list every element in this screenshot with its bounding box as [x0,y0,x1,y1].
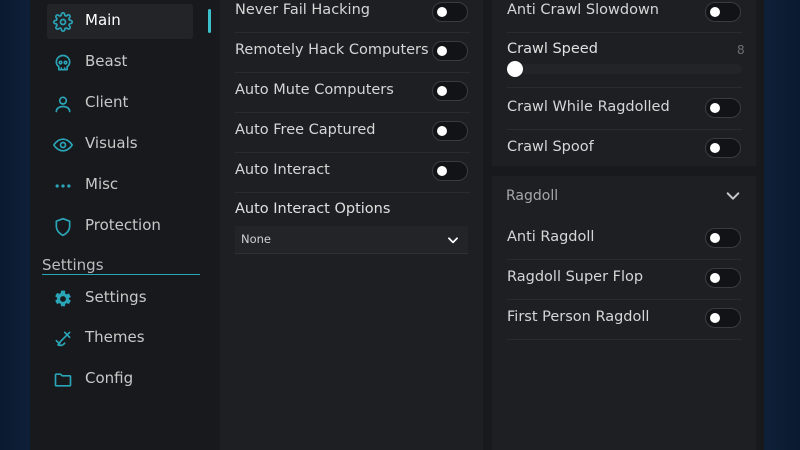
toggle-knob [710,273,720,283]
auto-free-captured-toggle[interactable] [432,121,468,141]
crawl-speed-slider-knob[interactable] [507,61,523,77]
auto-interact-options-label: Auto Interact Options [235,201,391,217]
toggle-knob [710,7,720,17]
toggle-knob [437,7,447,17]
toggle-row-crawl-spoof: Crawl Spoof [507,130,742,170]
sidebar-item-label: Client [85,93,129,111]
skull-icon [53,53,73,73]
sidebar: Main Beast Client Visuals Misc Protectio… [30,0,220,450]
sidebar-item-label: Protection [85,216,161,234]
toggle-row-first-person-ragdoll: First Person Ragdoll [507,300,742,340]
toggle-row-anti-ragdoll: Anti Ragdoll [507,220,742,260]
toggle-knob [710,103,720,113]
never-fail-hacking-toggle[interactable] [432,2,468,22]
sidebar-item-label: Config [85,369,134,387]
sidebar-item-client[interactable]: Client [47,86,193,121]
settings-gear-icon [53,289,73,309]
row-divider [507,87,742,88]
sidebar-item-config[interactable]: Config [47,362,193,397]
toggle-knob [710,233,720,243]
ragdoll-section-title: Ragdoll [506,188,559,204]
settings-section-label: Settings [42,256,104,274]
ragdoll-super-flop-toggle[interactable] [705,268,741,288]
toggle-row-never-fail-hacking: Never Fail Hacking [235,0,470,33]
sidebar-item-settings[interactable]: Settings [47,281,193,316]
anti-ragdoll-toggle[interactable] [705,228,741,248]
toggle-label: Crawl Spoof [507,139,594,155]
auto-interact-options-dropdown[interactable]: None [235,226,468,254]
toggle-knob [437,46,447,56]
toggle-label: Auto Mute Computers [235,82,394,98]
ragdoll-panel: Ragdoll Anti Ragdoll Ragdoll Super Flop … [492,176,756,450]
toggle-label: Remotely Hack Computers [235,42,429,58]
crawl-speed-label: Crawl Speed [507,41,598,57]
auto-interact-toggle[interactable] [432,161,468,181]
toggle-label: Auto Interact [235,162,330,178]
background-right-edge [764,0,800,450]
crawl-spoof-toggle[interactable] [705,138,741,158]
toggle-row-auto-interact: Auto Interact [235,153,470,193]
toggle-label: Anti Ragdoll [507,229,595,245]
toggle-row-auto-mute-computers: Auto Mute Computers [235,73,470,113]
crawl-while-ragdolled-toggle[interactable] [705,98,741,118]
toggle-label: Anti Crawl Slowdown [507,2,659,18]
sidebar-item-label: Themes [85,328,145,346]
chevron-down-icon [726,192,740,200]
sidebar-item-visuals[interactable]: Visuals [47,127,193,162]
toggle-row-auto-free-captured: Auto Free Captured [235,113,470,153]
active-tab-indicator [208,9,211,33]
dropdown-selected-value: None [241,232,272,246]
toggle-label: Auto Free Captured [235,122,376,138]
sidebar-item-label: Settings [85,288,147,306]
main-left-panel: Never Fail Hacking Remotely Hack Compute… [220,0,483,450]
chevron-down-icon [448,237,458,244]
sidebar-item-label: Beast [85,52,128,70]
ragdoll-section-header[interactable]: Ragdoll [492,176,756,216]
anti-crawl-slowdown-toggle[interactable] [705,2,741,22]
toggle-knob [437,166,447,176]
toggle-row-crawl-while-ragdolled: Crawl While Ragdolled [507,90,742,130]
toggle-label: Never Fail Hacking [235,2,370,18]
sidebar-item-main[interactable]: Main [47,4,193,39]
toggle-knob [710,313,720,323]
crawl-speed-slider-track[interactable] [507,64,742,74]
gear-icon [53,12,73,32]
user-icon [53,94,73,114]
toggle-knob [710,143,720,153]
sidebar-item-protection[interactable]: Protection [47,209,193,244]
eye-icon [53,135,73,155]
sidebar-item-misc[interactable]: Misc [47,168,193,203]
toggle-label: Crawl While Ragdolled [507,99,670,115]
toggle-knob [437,86,447,96]
crawl-settings-panel: Anti Crawl Slowdown Crawl Speed 8 Crawl … [492,0,756,166]
toggle-row-ragdoll-super-flop: Ragdoll Super Flop [507,260,742,300]
sidebar-item-label: Visuals [85,134,138,152]
sidebar-item-label: Misc [85,175,119,193]
toggle-row-anti-crawl-slowdown: Anti Crawl Slowdown [507,0,742,33]
toggle-knob [437,126,447,136]
toggle-label: First Person Ragdoll [507,309,650,325]
more-dots-icon [53,176,73,196]
background-left-edge [0,0,30,450]
sidebar-item-themes[interactable]: Themes [47,321,193,356]
brush-icon [53,329,73,349]
first-person-ragdoll-toggle[interactable] [705,308,741,328]
toggle-label: Ragdoll Super Flop [507,269,644,285]
toggle-row-remotely-hack-computers: Remotely Hack Computers [235,33,470,73]
shield-icon [53,217,73,237]
settings-section-divider [42,274,200,275]
auto-mute-computers-toggle[interactable] [432,81,468,101]
crawl-speed-value: 8 [737,43,745,57]
sidebar-item-beast[interactable]: Beast [47,45,193,80]
sidebar-item-label: Main [85,11,121,29]
folder-icon [53,370,73,390]
remotely-hack-computers-toggle[interactable] [432,41,468,61]
